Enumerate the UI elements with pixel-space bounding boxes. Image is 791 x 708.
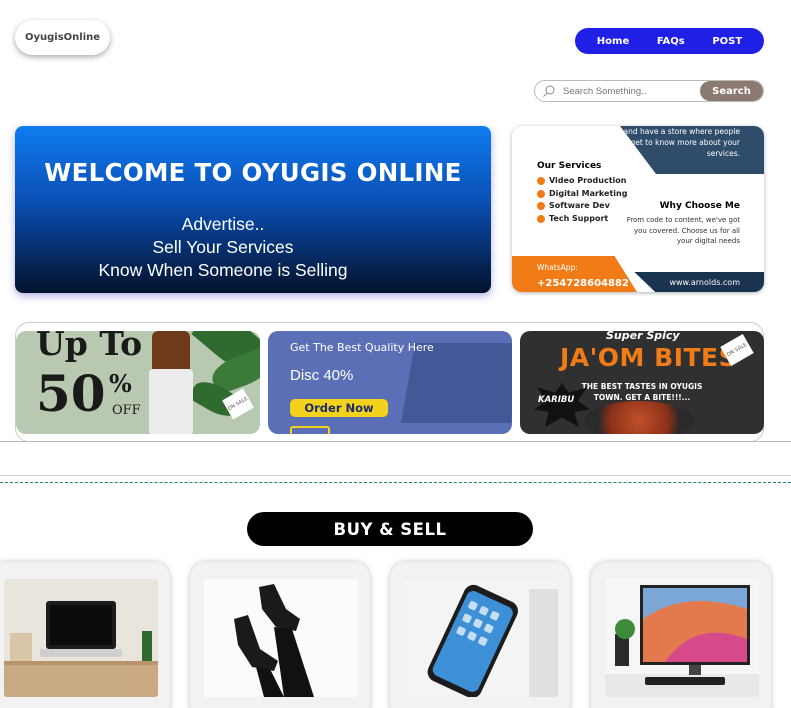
promo-discount-text: Disc 40%: [290, 367, 354, 384]
promo-food[interactable]: Super Spicy JA'OM BITES THE BEST TASTES …: [520, 331, 764, 434]
product-card[interactable]: [591, 562, 771, 708]
check-icon: [537, 177, 545, 186]
nav-post[interactable]: POST: [712, 36, 742, 47]
promo-upto: Up To: [36, 331, 143, 363]
phone-number: +254728604882: [537, 278, 629, 289]
service-item: Tech Support: [537, 213, 627, 226]
karibu-text: KARIBU: [538, 395, 575, 405]
search-input[interactable]: [563, 85, 698, 97]
product-card[interactable]: [0, 562, 170, 708]
service-item: Software Dev: [537, 200, 627, 213]
hero-lines: Advertise.. Sell Your Services Know When…: [15, 213, 431, 282]
site-logo[interactable]: OyugisOnline: [15, 20, 110, 55]
buy-sell-heading: BUY & SELL: [247, 512, 533, 546]
search-bar: Search: [534, 80, 764, 102]
dotted-divider: [0, 482, 791, 483]
promo-headline: Get The Best Quality Here: [290, 341, 434, 354]
main-nav: Home FAQs POST: [575, 28, 764, 54]
decor-box: [290, 426, 330, 434]
promo-spicy: Super Spicy: [606, 331, 680, 342]
hero-title: WELCOME TO OYUGIS ONLINE: [44, 158, 462, 187]
services-top-text: and have a store where people get to kno…: [623, 127, 740, 158]
order-now-button[interactable]: Order Now: [290, 399, 388, 417]
search-button[interactable]: Search: [700, 81, 763, 101]
product-image-laptop: [4, 579, 158, 697]
divider: [0, 475, 791, 476]
promo-off: OFF: [112, 403, 141, 418]
whatsapp-label: WhatsApp:: [537, 263, 578, 272]
nav-faqs[interactable]: FAQs: [657, 36, 685, 47]
check-icon: [537, 189, 545, 198]
hero-line-3: Know When Someone is Selling: [98, 260, 348, 280]
product-image-boots: [204, 579, 358, 697]
karibu-burst: [534, 383, 590, 427]
website-url: www.arnolds.com: [669, 278, 740, 287]
check-icon: [537, 202, 545, 211]
services-list: Video Production Digital Marketing Softw…: [537, 175, 627, 225]
search-icon: [535, 84, 563, 98]
promo-discount[interactable]: Get The Best Quality Here Disc 40% Order…: [268, 331, 512, 434]
why-choose-title: Why Choose Me: [659, 201, 740, 211]
promo-taste: THE BEST TASTES IN OYUGIS TOWN. GET A BI…: [581, 382, 703, 402]
hero-banner: WELCOME TO OYUGIS ONLINE Advertise.. Sel…: [15, 126, 491, 293]
hero-line-1: Advertise..: [181, 214, 265, 234]
food-image: [584, 401, 694, 434]
product-image-phone: [404, 579, 558, 697]
service-item: Video Production: [537, 175, 627, 188]
why-choose-text: From code to content, we've got you cove…: [626, 216, 740, 245]
service-item: Digital Marketing: [537, 188, 627, 201]
hero-line-2: Sell Your Services: [152, 237, 294, 257]
services-ad[interactable]: and have a store where people get to kno…: [512, 126, 764, 292]
promo-skincare[interactable]: Up To 50 % OFF ON SALE: [16, 331, 260, 434]
bottle-cap: [152, 331, 190, 371]
bottle-image: [149, 369, 193, 434]
promo-percent: %: [109, 369, 132, 398]
product-image-desktop: [605, 579, 759, 697]
product-card[interactable]: [390, 562, 570, 708]
divider: [0, 441, 791, 442]
laptop-image: [400, 343, 512, 423]
promo-fifty: 50: [36, 364, 106, 423]
check-icon: [537, 214, 545, 223]
nav-home[interactable]: Home: [597, 36, 629, 47]
promo-brand: JA'OM BITES: [560, 343, 738, 372]
product-card[interactable]: [190, 562, 370, 708]
our-services-title: Our Services: [537, 161, 602, 171]
